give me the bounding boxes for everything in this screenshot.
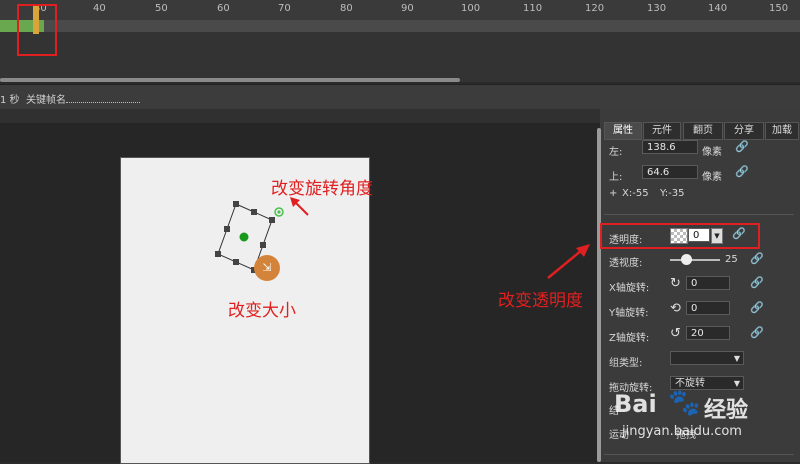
resize-handle (233, 201, 239, 207)
watermark-url: jingyan.baidu.com (622, 424, 742, 439)
perspective-value: 25 (725, 254, 738, 265)
chevron-down-icon: ▼ (733, 354, 740, 363)
resize-handle (251, 209, 257, 215)
resize-handle (233, 259, 239, 265)
stage-header (0, 109, 600, 123)
left-unit: 像素 (702, 147, 722, 158)
baidu-paw-icon: 🐾 (668, 388, 701, 418)
perspective-label: 透视度: (609, 258, 643, 269)
link-icon[interactable]: 🔗 (750, 252, 764, 265)
group-type-label: 组类型: (609, 358, 643, 369)
divider (604, 214, 794, 215)
tick-label: 130 (647, 3, 667, 14)
tick-label: 90 (401, 3, 414, 14)
y-rotate-icon: ⟲ (670, 301, 681, 316)
watermark-brand-jingyan: 经验 (704, 398, 749, 423)
tick-label: 100 (461, 3, 481, 14)
annotation-resize: 改变大小 (228, 301, 296, 321)
center-point-icon (239, 232, 249, 242)
z-rotate-icon: ↺ (670, 326, 681, 341)
divider (604, 454, 794, 455)
stage-vertical-scrollbar[interactable] (597, 128, 601, 462)
x-rotate-icon: ↻ (670, 276, 681, 291)
left-input[interactable]: 138.6 (642, 140, 698, 154)
tick-label: 60 (217, 3, 230, 14)
tick-label: 70 (278, 3, 291, 14)
tab-share[interactable]: 分享 (724, 122, 764, 140)
left-label: 左: (609, 147, 623, 158)
resize-handle (215, 251, 221, 257)
annotation-opacity: 改变透明度 (498, 291, 583, 311)
annotation-arrow-icon (547, 244, 590, 279)
x-rotation-label: X轴旋转: (609, 283, 650, 294)
chevron-down-icon: ▼ (733, 379, 740, 388)
link-icon[interactable]: 🔗 (750, 326, 764, 339)
top-label: 上: (609, 172, 623, 183)
tick-label: 140 (708, 3, 728, 14)
tick-label: 50 (155, 3, 168, 14)
y-coordinate: Y:-35 (660, 188, 685, 199)
highlight-box-opacity (600, 223, 760, 249)
tick-label: 110 (523, 3, 543, 14)
annotation-rotate: 改变旋转角度 (271, 179, 373, 199)
tab-properties[interactable]: 属性 (604, 122, 642, 140)
timeline-ruler[interactable]: 30 40 50 60 70 80 90 100 110 120 130 140… (0, 0, 800, 21)
keyframe-info-bar: 1 秒 关键帧名 (0, 84, 800, 110)
drag-handle-icon[interactable]: ⇲ (254, 255, 280, 281)
tick-label: 40 (93, 3, 106, 14)
resize-handle (260, 242, 266, 248)
timeline-track[interactable] (0, 20, 800, 32)
y-rotation-input[interactable]: 0 (686, 301, 730, 315)
tick-label: 80 (340, 3, 353, 14)
perspective-slider-thumb[interactable] (681, 254, 692, 265)
link-icon[interactable]: 🔗 (750, 301, 764, 314)
tab-load[interactable]: 加载 (765, 122, 799, 140)
x-rotation-input[interactable]: 0 (686, 276, 730, 290)
watermark-brand: Bai (614, 390, 657, 418)
seconds-label: 1 秒 (0, 95, 20, 106)
z-rotation-label: Z轴旋转: (609, 333, 650, 344)
tab-page-flip[interactable]: 翻页 (683, 122, 723, 140)
timeline-scrollbar[interactable] (0, 78, 460, 82)
keyframe-name-label: 关键帧名 (26, 95, 66, 106)
group-type-select[interactable]: ▼ (670, 351, 744, 365)
tick-label: 150 (769, 3, 789, 14)
link-icon[interactable]: 🔗 (750, 276, 764, 289)
link-icon[interactable]: 🔗 (735, 140, 749, 153)
y-rotation-label: Y轴旋转: (609, 308, 649, 319)
z-rotation-input[interactable]: 20 (686, 326, 730, 340)
transform-selection[interactable] (200, 190, 300, 290)
link-icon[interactable]: 🔗 (735, 165, 749, 178)
resize-handle (269, 217, 275, 223)
tick-label: 120 (585, 3, 605, 14)
keyframe-name-input[interactable] (66, 102, 140, 103)
plus-icon: + (609, 188, 618, 199)
resize-handle (224, 226, 230, 232)
annotation-arrow-icon (290, 197, 309, 216)
x-coordinate: X:-55 (622, 188, 649, 199)
perspective-slider-track[interactable] (670, 259, 720, 261)
highlight-box-playhead (17, 4, 57, 56)
tab-components[interactable]: 元件 (643, 122, 681, 140)
top-unit: 像素 (702, 172, 722, 183)
timeline-body[interactable] (0, 32, 800, 82)
top-input[interactable]: 64.6 (642, 165, 698, 179)
